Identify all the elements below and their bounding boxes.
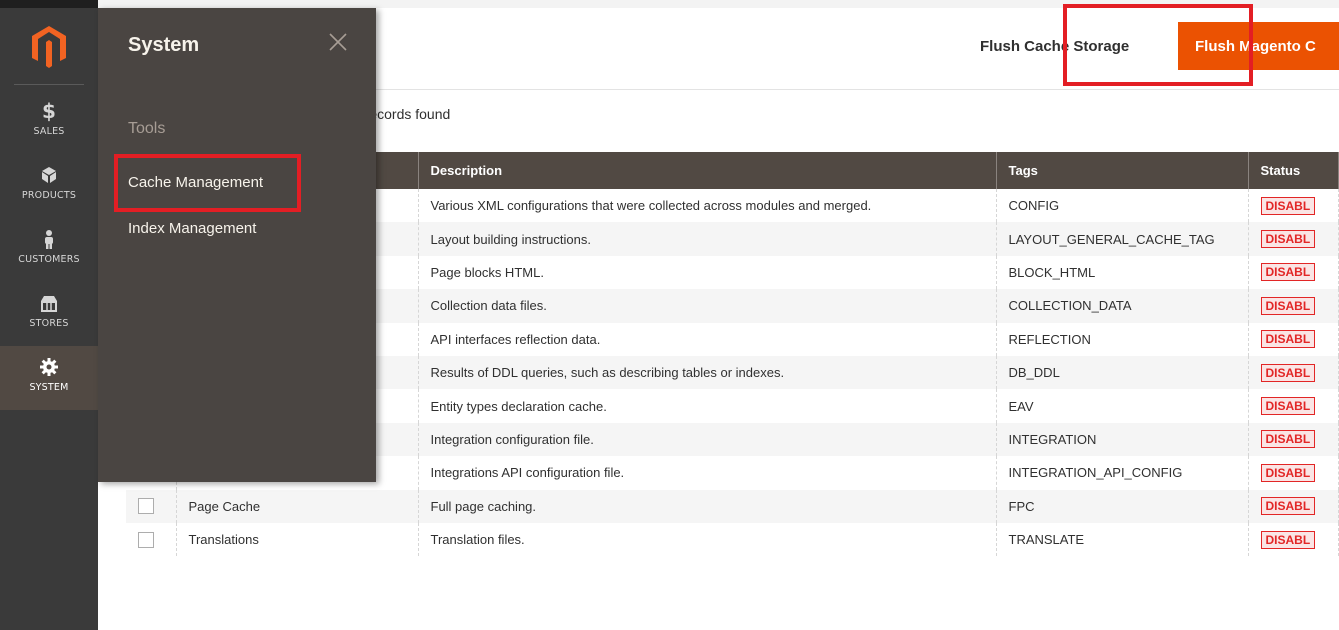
description-cell: Page blocks HTML. <box>418 255 997 290</box>
tags-cell: INTEGRATION_API_CONFIG <box>996 456 1249 490</box>
tags-cell: LAYOUT_GENERAL_CACHE_TAG <box>996 222 1249 256</box>
status-cell: DISABL <box>1248 522 1339 557</box>
description-cell: API interfaces reflection data. <box>418 322 997 356</box>
column-header-description[interactable]: Description <box>418 152 997 189</box>
description-cell: Collection data files. <box>418 289 997 323</box>
status-badge: DISABL <box>1260 397 1316 416</box>
status-badge: DISABL <box>1260 430 1316 449</box>
store-icon <box>41 296 57 312</box>
close-icon[interactable] <box>324 28 352 56</box>
tags-cell: CONFIG <box>996 189 1249 223</box>
row-checkbox[interactable] <box>138 531 154 548</box>
description-cell: Layout building instructions. <box>418 222 997 256</box>
column-header-tags[interactable]: Tags <box>996 152 1249 189</box>
status-badge: DISABL <box>1260 296 1316 315</box>
flyout-title: System <box>128 34 200 56</box>
description-cell: Translation files. <box>418 522 997 557</box>
tags-cell: DB_DDL <box>996 355 1249 390</box>
status-badge: DISABL <box>1260 196 1316 215</box>
status-badge: DISABL <box>1260 363 1316 382</box>
status-badge: DISABL <box>1260 263 1316 282</box>
rail-item-label: SYSTEM <box>29 382 69 393</box>
tags-cell: REFLECTION <box>996 322 1249 356</box>
column-header-status[interactable]: Status <box>1248 152 1339 189</box>
rail-item-label: CUSTOMERS <box>18 254 80 265</box>
row-select-cell <box>126 489 177 523</box>
status-cell: DISABL <box>1248 355 1339 390</box>
annotation-highlight-box <box>1063 4 1253 86</box>
person-icon <box>45 230 53 249</box>
status-badge: DISABL <box>1260 330 1316 349</box>
description-cell: Full page caching. <box>418 489 997 523</box>
description-cell: Various XML configurations that were col… <box>418 189 997 223</box>
rail-item-sales[interactable]: $ SALES <box>0 90 98 154</box>
row-select-cell <box>126 522 177 557</box>
system-flyout-menu: System Tools Cache Management Index Mana… <box>98 8 376 482</box>
description-cell: Results of DDL queries, such as describi… <box>418 355 997 390</box>
table-row[interactable]: Translations Translation files. TRANSLATE D… <box>126 522 1339 557</box>
admin-sidebar: $ SALES PRODUCTS CUSTOMERS STORES SYSTEM <box>0 0 98 630</box>
cache-type-cell: Page Cache <box>176 489 419 523</box>
status-badge: DISABL <box>1260 463 1316 482</box>
flyout-section-tools: Tools <box>128 120 166 137</box>
status-cell: DISABL <box>1248 422 1339 457</box>
status-badge: DISABL <box>1260 530 1316 549</box>
dollar-icon: $ <box>42 99 56 123</box>
status-cell: DISABL <box>1248 289 1339 323</box>
status-cell: DISABL <box>1248 389 1339 423</box>
tags-cell: FPC <box>996 489 1249 523</box>
status-cell: DISABL <box>1248 456 1339 490</box>
description-cell: Integration configuration file. <box>418 422 997 457</box>
row-checkbox[interactable] <box>138 498 154 515</box>
status-badge: DISABL <box>1260 497 1316 516</box>
rail-item-label: SALES <box>33 126 65 137</box>
status-cell: DISABL <box>1248 322 1339 356</box>
status-cell: DISABL <box>1248 255 1339 290</box>
cube-icon <box>42 167 56 183</box>
status-cell: DISABL <box>1248 189 1339 223</box>
rail-item-system[interactable]: SYSTEM <box>0 346 98 410</box>
description-cell: Entity types declaration cache. <box>418 389 997 423</box>
rail-item-label: PRODUCTS <box>21 190 77 201</box>
rail-divider <box>14 84 84 85</box>
rail-item-customers[interactable]: CUSTOMERS <box>0 218 98 282</box>
annotation-highlight-box <box>114 154 301 212</box>
tags-cell: BLOCK_HTML <box>996 255 1249 290</box>
status-badge: DISABL <box>1260 230 1316 249</box>
menu-link-index-management[interactable]: Index Management <box>128 220 256 237</box>
status-cell: DISABL <box>1248 489 1339 523</box>
rail-top-strip <box>0 0 98 8</box>
magento-logo-icon[interactable] <box>30 24 68 68</box>
tags-cell: EAV <box>996 389 1249 423</box>
cache-type-cell: Translations <box>176 522 419 557</box>
table-row[interactable]: Page Cache Full page caching. FPC DISABL <box>126 489 1339 523</box>
tags-cell: INTEGRATION <box>996 422 1249 457</box>
gear-icon <box>40 358 58 376</box>
rail-item-products[interactable]: PRODUCTS <box>0 154 98 218</box>
tags-cell: COLLECTION_DATA <box>996 289 1249 323</box>
description-cell: Integrations API configuration file. <box>418 456 997 490</box>
rail-item-label: STORES <box>29 318 69 329</box>
tags-cell: TRANSLATE <box>996 522 1249 557</box>
status-cell: DISABL <box>1248 222 1339 256</box>
rail-item-stores[interactable]: STORES <box>0 282 98 346</box>
